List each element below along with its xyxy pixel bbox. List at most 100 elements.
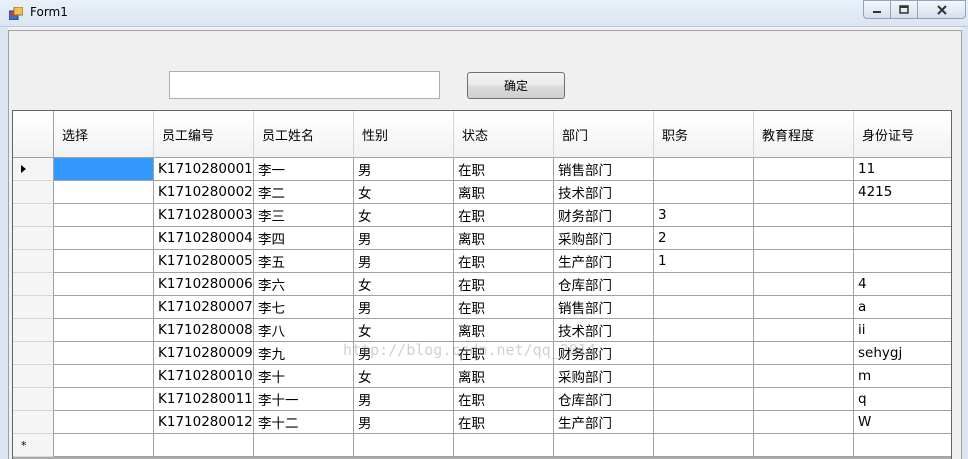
cell-employee-name[interactable]: 李三 bbox=[254, 204, 354, 227]
cell-select[interactable] bbox=[54, 434, 154, 457]
table-row[interactable]: K1710280001 李一男在职 销售部门 11 bbox=[13, 158, 951, 181]
cell-department[interactable]: 采购部门 bbox=[554, 227, 654, 250]
cell-status[interactable]: 在职 bbox=[454, 411, 554, 434]
cell-employee-id[interactable]: K1710280006 bbox=[154, 273, 254, 296]
cell-position[interactable] bbox=[654, 158, 754, 181]
cell-select[interactable] bbox=[54, 158, 154, 181]
cell-department[interactable]: 销售部门 bbox=[554, 158, 654, 181]
cell-education[interactable] bbox=[754, 388, 854, 411]
cell-department[interactable]: 仓库部门 bbox=[554, 388, 654, 411]
cell-employee-name[interactable]: 李九 bbox=[254, 342, 354, 365]
cell-select[interactable] bbox=[54, 365, 154, 388]
table-row[interactable]: K1710280004 李四男离职 采购部门 2 bbox=[13, 227, 951, 250]
column-header-id-card[interactable]: 身份证号 bbox=[854, 111, 951, 158]
cell-id-card[interactable] bbox=[854, 250, 951, 273]
cell-department[interactable]: 生产部门 bbox=[554, 250, 654, 273]
cell-id-card[interactable]: 4215 bbox=[854, 181, 951, 204]
cell-department[interactable]: 仓库部门 bbox=[554, 273, 654, 296]
table-row[interactable]: K1710280010 李十女离职 采购部门 m bbox=[13, 365, 951, 388]
column-header-education[interactable]: 教育程度 bbox=[754, 111, 854, 158]
new-row[interactable]: * bbox=[13, 434, 951, 457]
cell-position[interactable]: 2 bbox=[654, 227, 754, 250]
cell-education[interactable] bbox=[754, 342, 854, 365]
cell-employee-id[interactable]: K1710280007 bbox=[154, 296, 254, 319]
cell-employee-id[interactable]: K1710280011 bbox=[154, 388, 254, 411]
table-row[interactable]: K1710280006 李六女在职 仓库部门 4 bbox=[13, 273, 951, 296]
column-header-select[interactable]: 选择 bbox=[54, 111, 154, 158]
column-header-employee-name[interactable]: 员工姓名 bbox=[254, 111, 354, 158]
cell-employee-name[interactable]: 李八 bbox=[254, 319, 354, 342]
row-header[interactable] bbox=[13, 273, 54, 296]
confirm-button[interactable]: 确定 bbox=[467, 72, 565, 99]
cell-id-card[interactable]: 11 bbox=[854, 158, 951, 181]
minimize-button[interactable] bbox=[863, 0, 891, 19]
column-header-status[interactable]: 状态 bbox=[454, 111, 554, 158]
cell-employee-name[interactable]: 李十二 bbox=[254, 411, 354, 434]
cell-education[interactable] bbox=[754, 411, 854, 434]
cell-id-card[interactable]: ii bbox=[854, 319, 951, 342]
cell-gender[interactable]: 男 bbox=[354, 411, 454, 434]
cell-employee-id[interactable]: K1710280005 bbox=[154, 250, 254, 273]
cell-status[interactable]: 在职 bbox=[454, 296, 554, 319]
cell-select[interactable] bbox=[54, 342, 154, 365]
cell-department[interactable]: 销售部门 bbox=[554, 296, 654, 319]
cell-gender[interactable] bbox=[354, 434, 454, 457]
cell-select[interactable] bbox=[54, 388, 154, 411]
cell-gender[interactable]: 男 bbox=[354, 250, 454, 273]
maximize-button[interactable] bbox=[890, 0, 918, 19]
cell-employee-id[interactable] bbox=[154, 434, 254, 457]
row-header[interactable] bbox=[13, 296, 54, 319]
cell-education[interactable] bbox=[754, 296, 854, 319]
cell-employee-id[interactable]: K1710280004 bbox=[154, 227, 254, 250]
row-header[interactable] bbox=[13, 250, 54, 273]
table-row[interactable]: K1710280011 李十一男在职 仓库部门 q bbox=[13, 388, 951, 411]
cell-education[interactable] bbox=[754, 204, 854, 227]
cell-employee-id[interactable]: K1710280002 bbox=[154, 181, 254, 204]
cell-department[interactable] bbox=[554, 434, 654, 457]
cell-employee-id[interactable]: K1710280012 bbox=[154, 411, 254, 434]
cell-education[interactable] bbox=[754, 250, 854, 273]
cell-select[interactable] bbox=[54, 296, 154, 319]
cell-position[interactable] bbox=[654, 181, 754, 204]
cell-id-card[interactable]: sehygj bbox=[854, 342, 951, 365]
cell-status[interactable] bbox=[454, 434, 554, 457]
cell-gender[interactable]: 男 bbox=[354, 342, 454, 365]
close-button[interactable] bbox=[917, 0, 966, 19]
table-row[interactable]: K1710280005 李五男在职 生产部门 1 bbox=[13, 250, 951, 273]
cell-department[interactable]: 财务部门 bbox=[554, 204, 654, 227]
cell-gender[interactable]: 男 bbox=[354, 227, 454, 250]
cell-employee-id[interactable]: K1710280001 bbox=[154, 158, 254, 181]
cell-department[interactable]: 技术部门 bbox=[554, 319, 654, 342]
table-row[interactable]: K1710280012 李十二男在职 生产部门 W bbox=[13, 411, 951, 434]
grid-corner-header[interactable] bbox=[13, 111, 54, 158]
cell-employee-name[interactable]: 李四 bbox=[254, 227, 354, 250]
cell-id-card[interactable] bbox=[854, 227, 951, 250]
cell-status[interactable]: 在职 bbox=[454, 250, 554, 273]
cell-gender[interactable]: 女 bbox=[354, 181, 454, 204]
cell-department[interactable]: 采购部门 bbox=[554, 365, 654, 388]
cell-id-card[interactable]: W bbox=[854, 411, 951, 434]
cell-select[interactable] bbox=[54, 250, 154, 273]
column-header-position[interactable]: 职务 bbox=[654, 111, 754, 158]
cell-education[interactable] bbox=[754, 319, 854, 342]
cell-gender[interactable]: 男 bbox=[354, 296, 454, 319]
cell-id-card[interactable]: m bbox=[854, 365, 951, 388]
cell-employee-name[interactable] bbox=[254, 434, 354, 457]
cell-id-card[interactable]: a bbox=[854, 296, 951, 319]
table-row[interactable]: K1710280008 李八女离职 技术部门 ii bbox=[13, 319, 951, 342]
cell-employee-name[interactable]: 李五 bbox=[254, 250, 354, 273]
column-header-department[interactable]: 部门 bbox=[554, 111, 654, 158]
cell-select[interactable] bbox=[54, 273, 154, 296]
employee-data-grid[interactable]: 选择 员工编号 员工姓名 性别 状态 部门 职务 教育程度 身份证号 K1710280001 李一男… bbox=[12, 110, 952, 459]
cell-select[interactable] bbox=[54, 227, 154, 250]
row-header[interactable] bbox=[13, 388, 54, 411]
cell-position[interactable] bbox=[654, 273, 754, 296]
cell-department[interactable]: 技术部门 bbox=[554, 181, 654, 204]
cell-employee-name[interactable]: 李七 bbox=[254, 296, 354, 319]
column-header-gender[interactable]: 性别 bbox=[354, 111, 454, 158]
cell-id-card[interactable]: 4 bbox=[854, 273, 951, 296]
cell-position[interactable] bbox=[654, 296, 754, 319]
cell-status[interactable]: 在职 bbox=[454, 273, 554, 296]
cell-status[interactable]: 在职 bbox=[454, 204, 554, 227]
cell-select[interactable] bbox=[54, 411, 154, 434]
